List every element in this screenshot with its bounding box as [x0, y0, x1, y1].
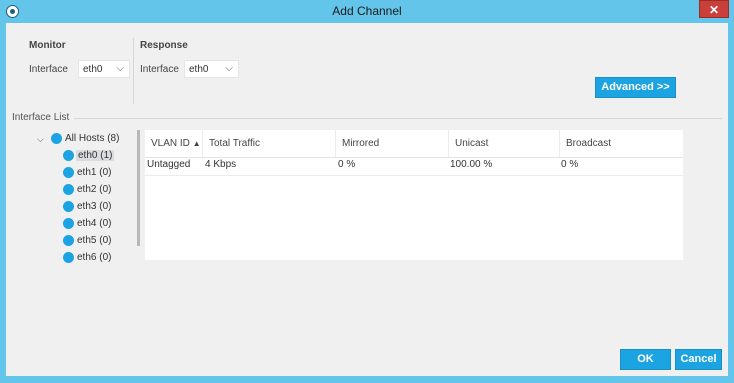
column-header-mirrored[interactable]: Mirrored — [335, 130, 448, 157]
chevron-down-icon: ⌵ — [225, 63, 233, 74]
interface-icon — [63, 218, 74, 229]
interface-icon — [63, 167, 74, 178]
interface-icon — [63, 235, 74, 246]
tree-root-label: All Hosts (8) — [65, 133, 120, 144]
tree-item-label: eth0 (1) — [76, 150, 115, 161]
cancel-button[interactable]: Cancel — [675, 349, 722, 370]
section-divider — [133, 38, 134, 104]
cell-mirrored: 0 % — [338, 159, 356, 170]
dialog-body: Monitor Interface eth0 ⌵ Response Interf… — [6, 23, 728, 376]
add-channel-dialog: Add Channel ✕ Monitor Interface eth0 ⌵ R… — [0, 0, 734, 383]
interface-icon — [63, 252, 74, 263]
tree-item-eth1[interactable]: eth1 (0) — [63, 165, 123, 181]
title-bar[interactable]: Add Channel ✕ — [0, 0, 734, 23]
monitor-interface-select[interactable]: eth0 ⌵ — [78, 60, 130, 78]
column-header-label: VLAN ID — [151, 138, 190, 149]
interface-icon — [63, 184, 74, 195]
tree-root-all-hosts[interactable]: All Hosts (8) — [51, 131, 131, 147]
interface-icon — [63, 150, 74, 161]
column-header-unicast[interactable]: Unicast — [448, 130, 559, 157]
tree-item-eth2[interactable]: eth2 (0) — [63, 182, 123, 198]
response-interface-select[interactable]: eth0 ⌵ — [184, 60, 239, 78]
tree-item-label: eth2 (0) — [77, 184, 112, 195]
monitor-interface-label: Interface — [29, 64, 68, 75]
tree-item-label: eth4 (0) — [77, 218, 112, 229]
tree-item-eth6[interactable]: eth6 (0) — [63, 250, 123, 266]
tree-item-label: eth5 (0) — [77, 235, 112, 246]
tree-item-eth4[interactable]: eth4 (0) — [63, 216, 123, 232]
ok-button[interactable]: OK — [620, 349, 671, 370]
monitor-interface-value: eth0 — [83, 64, 103, 75]
cell-vlan-id: Untagged — [147, 159, 191, 170]
chevron-down-icon: ⌵ — [116, 63, 124, 74]
chevron-down-icon[interactable]: ⌵ — [37, 134, 44, 145]
header-divider — [145, 157, 683, 158]
tree-item-label: eth1 (0) — [77, 167, 112, 178]
host-group-icon — [51, 133, 62, 144]
close-button[interactable]: ✕ — [699, 0, 729, 18]
cell-broadcast: 0 % — [561, 159, 579, 170]
response-interface-label: Interface — [140, 64, 179, 75]
monitor-title: Monitor — [29, 40, 66, 51]
tree-item-eth5[interactable]: eth5 (0) — [63, 233, 123, 249]
interface-list-label: Interface List — [12, 112, 70, 123]
tree-item-label: eth6 (0) — [77, 252, 112, 263]
response-title: Response — [140, 40, 188, 51]
column-header-total-traffic[interactable]: Total Traffic — [202, 130, 335, 157]
column-header-broadcast[interactable]: Broadcast — [559, 130, 683, 157]
window-title: Add Channel — [332, 4, 402, 18]
cell-unicast: 100.00 % — [450, 159, 493, 170]
tree-item-eth0[interactable]: eth0 (1) — [63, 148, 123, 164]
tree-scrollbar[interactable] — [137, 130, 140, 246]
column-header-vlan-id[interactable]: VLAN ID ▲ — [145, 130, 202, 157]
advanced-button[interactable]: Advanced >> — [595, 77, 676, 98]
vlan-table: VLAN ID ▲ Total Traffic Mirrored Unicast… — [145, 130, 683, 260]
interface-list-divider — [74, 118, 722, 119]
response-interface-value: eth0 — [189, 64, 209, 75]
cell-total-traffic: 4 Kbps — [205, 159, 237, 170]
interface-icon — [63, 201, 74, 212]
tree-item-eth3[interactable]: eth3 (0) — [63, 199, 123, 215]
tree-item-label: eth3 (0) — [77, 201, 112, 212]
sort-ascending-icon: ▲ — [192, 139, 201, 148]
row-divider — [145, 175, 683, 176]
